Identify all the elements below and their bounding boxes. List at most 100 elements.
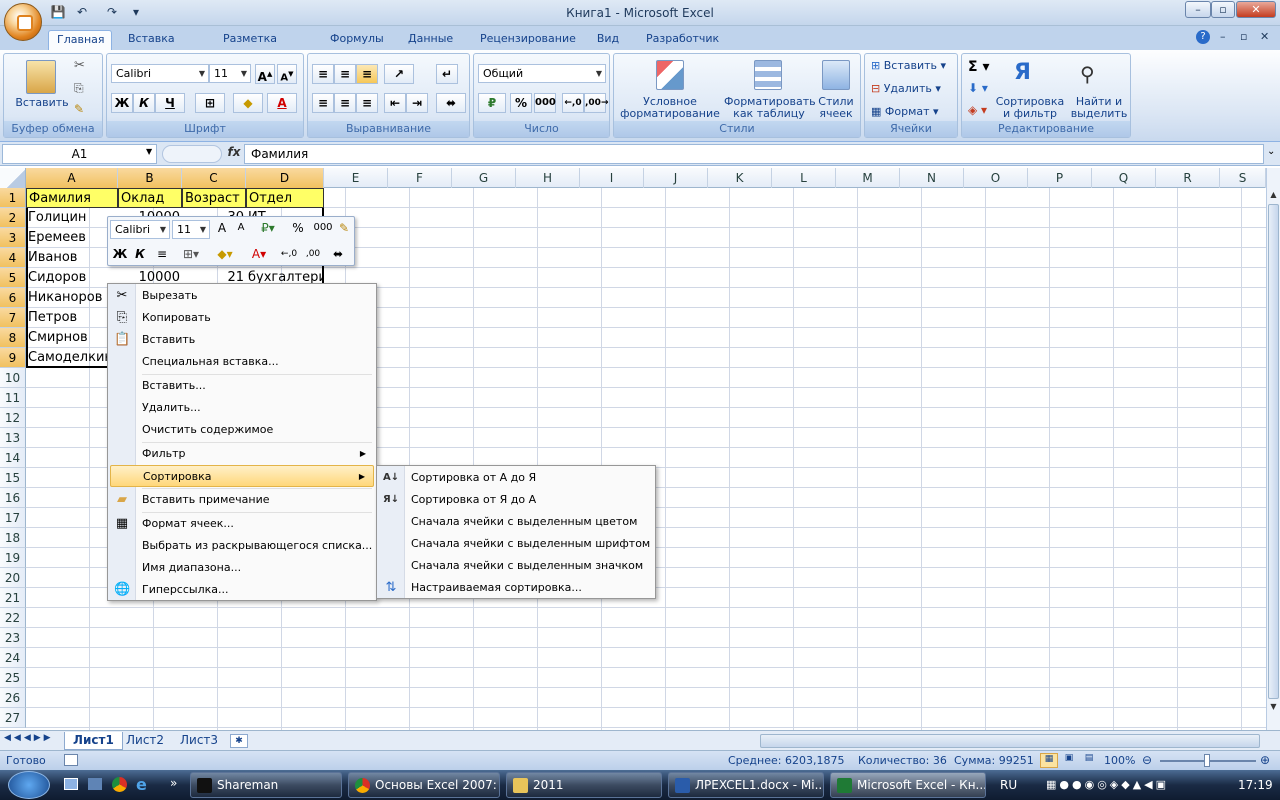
mini-decrease-decimal-icon[interactable]: ,00 bbox=[302, 243, 324, 265]
vertical-scrollbar[interactable]: ▲ ▼ bbox=[1266, 168, 1280, 730]
column-header[interactable]: N bbox=[900, 168, 964, 188]
paste-icon[interactable] bbox=[26, 60, 56, 94]
row-header[interactable]: 6 bbox=[0, 288, 26, 308]
row-header[interactable]: 8 bbox=[0, 328, 26, 348]
cell-name[interactable]: Иванов bbox=[26, 248, 118, 268]
language-indicator[interactable]: RU bbox=[1000, 778, 1017, 792]
menu-item-paste-special[interactable]: Специальная вставка... bbox=[110, 351, 374, 373]
close-button[interactable]: ✕ bbox=[1236, 1, 1276, 18]
sheet-tab[interactable]: Лист2 bbox=[118, 732, 172, 750]
maximize-button[interactable]: ▫ bbox=[1211, 1, 1235, 18]
menu-item-paste[interactable]: 📋 Вставить bbox=[110, 329, 374, 351]
column-header[interactable]: K bbox=[708, 168, 772, 188]
column-header[interactable]: G bbox=[452, 168, 516, 188]
column-header[interactable]: S bbox=[1220, 168, 1266, 188]
tab-review[interactable]: Рецензирование bbox=[472, 30, 578, 50]
column-header[interactable]: L bbox=[772, 168, 836, 188]
row-header[interactable]: 18 bbox=[0, 528, 26, 548]
sort-by-color-item[interactable]: Сначала ячейки с выделенным цветом bbox=[379, 511, 653, 533]
column-header[interactable]: R bbox=[1156, 168, 1220, 188]
zoom-slider-thumb[interactable] bbox=[1204, 754, 1210, 767]
paste-button[interactable]: Вставить bbox=[10, 97, 74, 109]
help-icon[interactable]: ? bbox=[1196, 30, 1210, 44]
tab-home[interactable]: Главная bbox=[48, 30, 112, 50]
tab-developer[interactable]: Разработчик bbox=[638, 30, 724, 50]
ribbon-restore-icon[interactable]: ▫ bbox=[1240, 30, 1247, 43]
page-break-view-icon[interactable]: ▤ bbox=[1080, 753, 1098, 768]
ie-icon[interactable]: e bbox=[136, 775, 147, 794]
sort-by-font-item[interactable]: Сначала ячейки с выделенным шрифтом bbox=[379, 533, 653, 555]
column-header[interactable]: Q bbox=[1092, 168, 1156, 188]
office-button[interactable] bbox=[4, 3, 42, 41]
decrease-decimal-icon[interactable]: ,00→ bbox=[584, 93, 608, 113]
custom-sort-item[interactable]: ⇅ Настраиваемая сортировка... bbox=[379, 577, 653, 599]
format-cells-button[interactable]: ▦ Формат ▾ bbox=[871, 106, 939, 118]
minimize-button[interactable]: – bbox=[1185, 1, 1211, 18]
formula-resize-handle[interactable] bbox=[162, 145, 222, 163]
thousands-button[interactable]: 000 bbox=[534, 93, 556, 113]
menu-item-insert[interactable]: Вставить... bbox=[110, 375, 374, 397]
formula-input[interactable]: Фамилия bbox=[244, 144, 1264, 164]
start-button[interactable] bbox=[8, 771, 50, 799]
new-sheet-icon[interactable]: ✱ bbox=[230, 734, 248, 748]
row-header[interactable]: 12 bbox=[0, 408, 26, 428]
mini-font-color-icon[interactable]: A▾ bbox=[246, 243, 272, 265]
row-header[interactable]: 5 bbox=[0, 268, 26, 288]
row-header[interactable]: 9 bbox=[0, 348, 26, 368]
row-header[interactable]: 4 bbox=[0, 248, 26, 268]
menu-item-insert-comment[interactable]: ▰ Вставить примечание bbox=[110, 489, 374, 511]
cell-name[interactable]: Сидоров bbox=[26, 268, 118, 288]
page-layout-view-icon[interactable]: ▣ bbox=[1060, 753, 1078, 768]
row-header[interactable]: 1 bbox=[0, 188, 26, 208]
conditional-formatting-button[interactable]: Условное форматирование bbox=[616, 96, 724, 120]
underline-button[interactable]: Ч bbox=[155, 93, 185, 113]
mini-italic-button[interactable]: К bbox=[132, 243, 148, 265]
sort-filter-button[interactable]: Сортировка и фильтр bbox=[992, 96, 1068, 120]
taskbar-item[interactable]: Основы Excel 2007: ... bbox=[348, 772, 500, 798]
cell-name[interactable]: Голицин bbox=[26, 208, 118, 228]
mini-merge-icon[interactable]: ⬌ bbox=[328, 243, 348, 265]
grow-font-icon[interactable]: A▲ bbox=[255, 64, 275, 84]
column-header[interactable]: J bbox=[644, 168, 708, 188]
font-size-combo[interactable]: 11 ▼ bbox=[209, 64, 251, 83]
row-header[interactable]: 21 bbox=[0, 588, 26, 608]
percent-button[interactable]: % bbox=[510, 93, 532, 113]
tab-page-layout[interactable]: Разметка страницы bbox=[190, 30, 310, 63]
cell-name[interactable]: Еремеев bbox=[26, 228, 118, 248]
cut-icon[interactable]: ✂ bbox=[74, 58, 85, 73]
mini-percent-button[interactable]: % bbox=[290, 217, 306, 239]
mini-size-combo[interactable]: 11 ▼ bbox=[172, 220, 210, 239]
expand-formula-icon[interactable]: ⌄ bbox=[1267, 146, 1275, 157]
switch-windows-icon[interactable] bbox=[88, 778, 102, 790]
mini-format-painter-icon[interactable]: ✎ bbox=[336, 217, 352, 239]
row-header[interactable]: 7 bbox=[0, 308, 26, 328]
binoculars-icon[interactable]: ⚲ bbox=[1080, 62, 1095, 86]
menu-item-pick-from-list[interactable]: Выбрать из раскрывающегося списка... bbox=[110, 535, 374, 557]
mini-increase-decimal-icon[interactable]: ←,0 bbox=[278, 243, 300, 265]
name-box[interactable]: A1 bbox=[2, 144, 157, 164]
row-header[interactable]: 27 bbox=[0, 708, 26, 728]
tab-data[interactable]: Данные bbox=[400, 30, 460, 50]
fill-icon[interactable]: ⬇ ▾ bbox=[968, 81, 988, 95]
row-header[interactable]: 11 bbox=[0, 388, 26, 408]
taskbar-item[interactable]: Microsoft Excel - Кн... bbox=[830, 772, 986, 798]
namebox-dropdown-icon[interactable]: ▼ bbox=[146, 147, 152, 156]
mini-thousands-button[interactable]: 000 bbox=[312, 217, 334, 239]
select-all-button[interactable] bbox=[0, 168, 26, 188]
menu-item-delete[interactable]: Удалить... bbox=[110, 397, 374, 419]
macro-record-icon[interactable] bbox=[64, 754, 78, 766]
menu-item-clear-contents[interactable]: Очистить содержимое bbox=[110, 419, 374, 441]
menu-item-range-name[interactable]: Имя диапазона... bbox=[110, 557, 374, 579]
ribbon-minimize-icon[interactable]: – bbox=[1220, 30, 1226, 43]
decrease-indent-icon[interactable]: ⇤ bbox=[384, 93, 406, 113]
menu-item-filter[interactable]: Фильтр ▶ bbox=[110, 443, 374, 465]
cell-header[interactable]: Возраст bbox=[182, 188, 246, 208]
delete-cells-button[interactable]: ⊟ Удалить ▾ bbox=[871, 83, 941, 95]
row-header[interactable]: 17 bbox=[0, 508, 26, 528]
cell-name[interactable]: Петров bbox=[26, 308, 118, 328]
row-header[interactable]: 10 bbox=[0, 368, 26, 388]
increase-indent-icon[interactable]: ⇥ bbox=[406, 93, 428, 113]
row-header[interactable]: 16 bbox=[0, 488, 26, 508]
menu-item-format-cells[interactable]: ▦ Формат ячеек... bbox=[110, 513, 374, 535]
undo-icon[interactable]: ↶ bbox=[74, 5, 90, 21]
